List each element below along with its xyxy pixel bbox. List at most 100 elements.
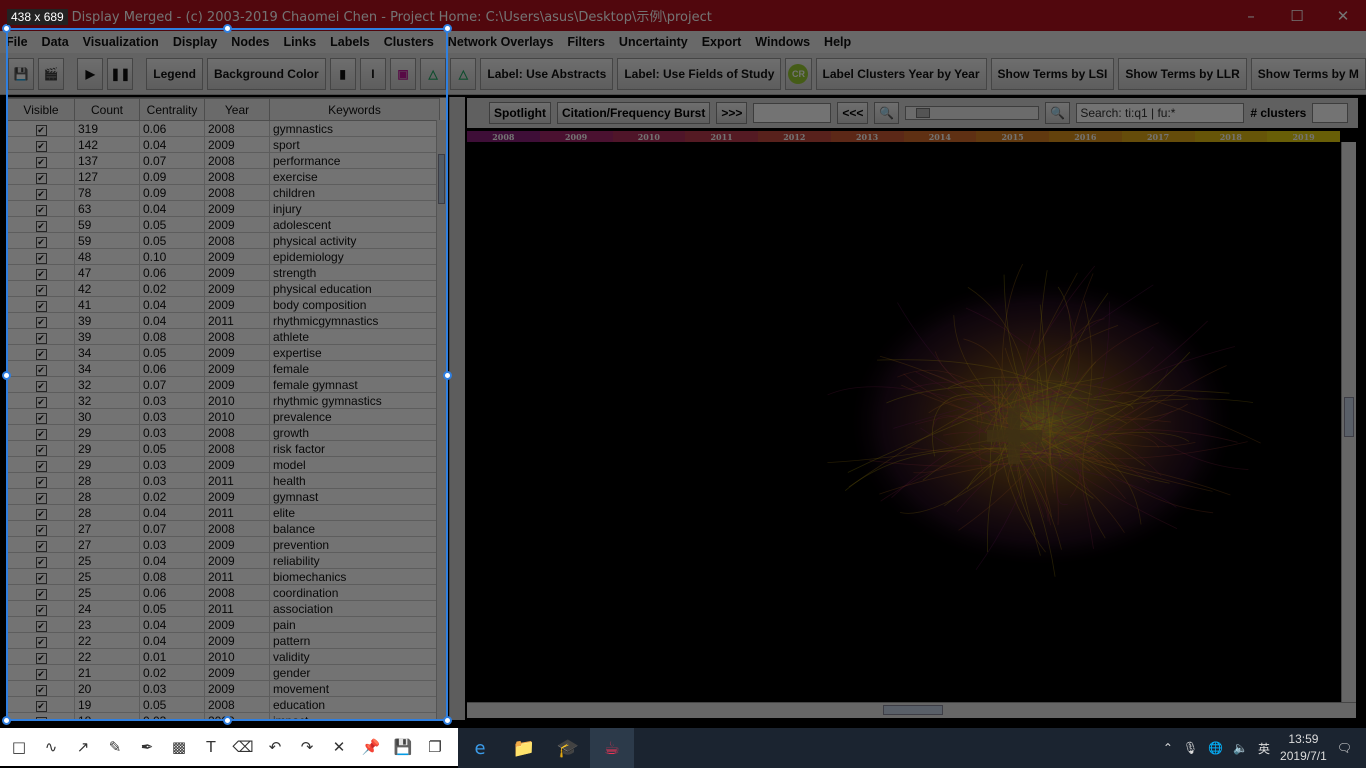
table-row[interactable]: ✔ 29 0.03 2008 growth: [7, 424, 440, 441]
close-button[interactable]: ✕: [1320, 0, 1366, 31]
table-row[interactable]: ✔ 27 0.07 2008 balance: [7, 520, 440, 537]
visible-checkbox[interactable]: ✔: [35, 220, 47, 232]
network-layout-alt-icon[interactable]: △: [450, 57, 477, 90]
next-button[interactable]: >>>: [716, 102, 748, 124]
table-row[interactable]: ✔ 25 0.06 2008 coordination: [7, 584, 440, 601]
visible-checkbox[interactable]: ✔: [35, 332, 47, 344]
show-terms-lsi-button[interactable]: Show Terms by LSI: [990, 57, 1115, 90]
menu-clusters[interactable]: Clusters: [378, 35, 442, 49]
maximize-button[interactable]: ☐: [1274, 0, 1320, 31]
rectangle-tool-icon[interactable]: □: [6, 734, 32, 760]
table-row[interactable]: ✔ 30 0.03 2010 prevalence: [7, 408, 440, 425]
col-centrality[interactable]: Centrality: [139, 98, 205, 121]
visible-checkbox[interactable]: ✔: [35, 716, 47, 719]
visible-checkbox[interactable]: ✔: [35, 348, 47, 360]
minimize-button[interactable]: –: [1228, 0, 1274, 31]
visible-checkbox[interactable]: ✔: [35, 620, 47, 632]
cr-badge[interactable]: CR: [785, 57, 812, 90]
network-icon[interactable]: 🌐: [1208, 741, 1223, 755]
zoom-in-icon[interactable]: 🔍: [1045, 102, 1071, 124]
table-row[interactable]: ✔ 142 0.04 2009 sport: [7, 136, 440, 153]
movie-clapper-icon[interactable]: 🎬: [38, 57, 65, 90]
col-keywords[interactable]: Keywords: [269, 98, 440, 121]
label-use-fields-button[interactable]: Label: Use Fields of Study: [617, 57, 782, 90]
table-row[interactable]: ✔ 28 0.04 2011 elite: [7, 504, 440, 521]
visible-checkbox[interactable]: ✔: [35, 284, 47, 296]
resize-handle-r[interactable]: [443, 371, 452, 380]
save-snip-icon[interactable]: 💾: [390, 734, 416, 760]
label-use-abstracts-button[interactable]: Label: Use Abstracts: [480, 57, 614, 90]
table-row[interactable]: ✔ 42 0.02 2009 physical education: [7, 280, 440, 297]
copy-icon[interactable]: ❐: [422, 734, 448, 760]
eraser-tool-icon[interactable]: ⌫: [230, 734, 256, 760]
file-explorer-icon[interactable]: 📁: [502, 728, 546, 768]
menu-links[interactable]: Links: [278, 35, 325, 49]
panel-splitter[interactable]: [449, 97, 465, 720]
table-row[interactable]: ✔ 20 0.03 2009 movement: [7, 680, 440, 697]
table-row[interactable]: ✔ 48 0.10 2009 epidemiology: [7, 248, 440, 265]
freehand-tool-icon[interactable]: ∿: [38, 734, 64, 760]
graduation-cap-icon[interactable]: 🎓: [546, 728, 590, 768]
visible-checkbox[interactable]: ✔: [35, 156, 47, 168]
slice-input[interactable]: [753, 103, 832, 123]
visible-checkbox[interactable]: ✔: [35, 364, 47, 376]
resize-handle-br[interactable]: [443, 716, 452, 725]
col-visible[interactable]: Visible: [7, 98, 75, 121]
table-row[interactable]: ✔ 23 0.04 2009 pain: [7, 616, 440, 633]
text-cursor-icon[interactable]: I: [359, 57, 386, 90]
table-row[interactable]: ✔ 22 0.04 2009 pattern: [7, 632, 440, 649]
table-row[interactable]: ✔ 39 0.04 2011 rhythmicgymnastics: [7, 312, 440, 329]
table-row[interactable]: ✔ 28 0.03 2011 health: [7, 472, 440, 489]
resize-handle-b[interactable]: [223, 716, 232, 725]
visible-checkbox[interactable]: ✔: [35, 428, 47, 440]
visible-checkbox[interactable]: ✔: [35, 572, 47, 584]
table-row[interactable]: ✔ 24 0.05 2011 association: [7, 600, 440, 617]
visible-checkbox[interactable]: ✔: [35, 396, 47, 408]
visible-checkbox[interactable]: ✔: [35, 652, 47, 664]
microphone-icon[interactable]: 🎙: [1183, 741, 1198, 755]
col-count[interactable]: Count: [74, 98, 140, 121]
java-app-icon[interactable]: ☕: [590, 728, 634, 768]
clock[interactable]: 13:59 2019/7/1: [1280, 731, 1327, 765]
menu-help[interactable]: Help: [818, 35, 859, 49]
menu-visualization[interactable]: Visualization: [77, 35, 167, 49]
undo-icon[interactable]: ↶: [262, 734, 288, 760]
text-tool-icon[interactable]: T: [198, 734, 224, 760]
table-row[interactable]: ✔ 19 0.05 2008 education: [7, 696, 440, 713]
canvas-vertical-scrollbar[interactable]: [1341, 142, 1356, 702]
visible-checkbox[interactable]: ✔: [35, 252, 47, 264]
menu-display[interactable]: Display: [167, 35, 225, 49]
resize-handle-bl[interactable]: [2, 716, 11, 725]
visible-checkbox[interactable]: ✔: [35, 492, 47, 504]
menu-nodes[interactable]: Nodes: [225, 35, 277, 49]
volume-icon[interactable]: 🔈: [1233, 741, 1248, 755]
visible-checkbox[interactable]: ✔: [35, 668, 47, 680]
visible-checkbox[interactable]: ✔: [35, 476, 47, 488]
network-canvas[interactable]: [467, 142, 1340, 702]
table-row[interactable]: ✔ 29 0.05 2008 risk factor: [7, 440, 440, 457]
mosaic-tool-icon[interactable]: ▩: [166, 734, 192, 760]
menu-export[interactable]: Export: [696, 35, 750, 49]
play-button[interactable]: ▶: [77, 57, 104, 90]
menu-file[interactable]: File: [0, 35, 36, 49]
visible-checkbox[interactable]: ✔: [35, 268, 47, 280]
visible-checkbox[interactable]: ✔: [35, 588, 47, 600]
resize-handle-t[interactable]: [223, 24, 232, 33]
table-row[interactable]: ✔ 22 0.01 2010 validity: [7, 648, 440, 665]
visible-checkbox[interactable]: ✔: [35, 300, 47, 312]
table-row[interactable]: ✔ 21 0.02 2009 gender: [7, 664, 440, 681]
visible-checkbox[interactable]: ✔: [35, 236, 47, 248]
background-color-button[interactable]: Background Color: [206, 57, 326, 90]
table-row[interactable]: ✔ 34 0.06 2009 female: [7, 360, 440, 377]
node-shape-icon[interactable]: ▮: [329, 57, 356, 90]
prev-button[interactable]: <<<: [837, 102, 869, 124]
table-row[interactable]: ✔ 127 0.09 2008 exercise: [7, 168, 440, 185]
clusters-input[interactable]: [1312, 103, 1349, 123]
cluster-pattern-icon[interactable]: ▣: [389, 57, 417, 90]
pen-tool-icon[interactable]: ✎: [102, 734, 128, 760]
menu-uncertainty[interactable]: Uncertainty: [613, 35, 696, 49]
canvas-hscroll-thumb[interactable]: [883, 705, 943, 715]
legend-button[interactable]: Legend: [146, 57, 203, 90]
zoom-slider-thumb[interactable]: [916, 108, 931, 118]
menu-filters[interactable]: Filters: [561, 35, 613, 49]
